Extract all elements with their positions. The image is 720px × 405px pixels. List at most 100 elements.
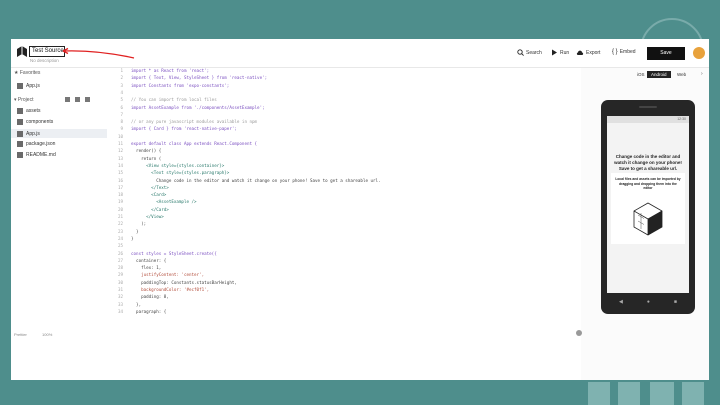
code-text: flex: 1, [131, 265, 162, 271]
line-number: 23 [117, 228, 123, 234]
line-number: 14 [117, 162, 123, 168]
code-line: 15 <Text style={styles.paragraph}> [107, 170, 229, 176]
device-preview-panel: iOS Android Web › 12:30 Change code in t… [581, 68, 709, 380]
search-icon [517, 49, 524, 56]
code-text: <Card> [131, 192, 167, 198]
line-number: 24 [117, 235, 123, 241]
code-text: render() { [131, 148, 162, 154]
line-number: 17 [117, 184, 123, 190]
code-line: 20 </Card> [107, 207, 169, 213]
code-text: import * as React from 'react'; [131, 68, 210, 73]
prettier-toggle[interactable]: Prettier 100% [14, 332, 52, 337]
code-line: 6 import AssetExample from './components/… [107, 104, 264, 111]
code-line: 33 }, [107, 302, 141, 308]
code-line: 2 import { Text, View, StyleSheet } from … [107, 75, 267, 81]
code-line: 1 import * as React from 'react'; [107, 68, 209, 74]
line-number: 9 [120, 126, 123, 132]
project-header[interactable]: ▾ Project [14, 97, 33, 103]
line-number: 6 [120, 104, 123, 110]
favorites-header[interactable]: ★ Favorites [14, 70, 40, 76]
decorative-bar [618, 382, 640, 405]
line-number: 29 [117, 272, 123, 278]
chevron-down-icon: ▾ [14, 97, 17, 103]
sidebar-item-components[interactable]: components [17, 119, 53, 125]
chevron-right-icon[interactable]: › [701, 71, 703, 77]
code-editor[interactable]: 1 import * as React from 'react'; 2 import … [107, 68, 581, 380]
decorative-bar [682, 382, 704, 405]
line-number: 3 [120, 82, 123, 88]
favorite-item[interactable]: App.js [17, 83, 40, 89]
new-file-icon[interactable] [65, 97, 70, 102]
home-icon[interactable]: ● [647, 299, 650, 305]
line-number: 1 [120, 68, 123, 73]
settings-icon[interactable] [576, 330, 582, 336]
code-line: 21 </View> [107, 214, 164, 220]
embed-button[interactable]: { } Embed [612, 49, 636, 55]
status-bar: 12:30 [607, 116, 689, 123]
code-text: } [131, 235, 134, 241]
code-line: 3 import Constants from 'expo-constants'; [107, 83, 229, 89]
code-text: container: { [131, 257, 167, 263]
code-text: backgroundColor: '#ecf0f1', [131, 287, 210, 292]
code-text: Change code in the editor and watch it c… [131, 177, 381, 183]
project-tools [65, 97, 90, 102]
line-number: 15 [117, 170, 123, 176]
line-number: 21 [117, 214, 123, 219]
code-line: 29 justifyContent: 'center', [107, 272, 204, 278]
cloud-download-icon [576, 50, 584, 55]
code-brackets-icon: { } [612, 49, 618, 55]
back-icon[interactable]: ◀ [619, 299, 623, 305]
code-line: 10 [107, 134, 131, 140]
file-icon [17, 141, 23, 147]
save-button[interactable]: Save [647, 47, 685, 60]
line-number: 34 [117, 308, 123, 314]
avatar[interactable] [693, 47, 705, 59]
sidebar-item-package-json[interactable]: package.json [17, 141, 55, 147]
sidebar-item-assets[interactable]: assets [17, 108, 40, 114]
search-button[interactable]: Search [517, 49, 542, 56]
line-number: 22 [117, 221, 123, 227]
code-line: 24} [107, 236, 134, 242]
code-line: 7 [107, 112, 131, 118]
decorative-bar [650, 382, 674, 405]
line-number: 16 [117, 177, 123, 183]
code-text: paragraph: { [131, 308, 167, 314]
code-line: 4 [107, 90, 131, 96]
speaker-grill [639, 106, 657, 108]
code-line: 22 ); [107, 221, 146, 227]
line-number: 12 [117, 148, 123, 154]
run-button[interactable]: Run [551, 49, 569, 56]
code-text: padding: 8, [131, 294, 169, 300]
tab-web[interactable]: Web [673, 71, 690, 78]
line-number: 13 [117, 155, 123, 161]
line-number: 10 [117, 133, 123, 139]
sidebar-item-readme[interactable]: README.md [17, 152, 56, 158]
export-button[interactable]: Export [576, 49, 600, 56]
snack-logo-icon [633, 202, 663, 236]
phone-screen[interactable]: 12:30 Change code in the editor and watc… [607, 116, 689, 293]
code-text: } [131, 228, 139, 234]
code-text: // or any pure javascript modules availa… [131, 119, 258, 125]
overview-icon[interactable]: ■ [674, 299, 677, 305]
star-icon: ★ [14, 70, 19, 76]
upload-icon[interactable] [85, 97, 90, 102]
code-line: 30 paddingTop: Constants.statusBarHeight… [107, 280, 237, 286]
new-folder-icon[interactable] [75, 97, 80, 102]
code-line: 8 // or any pure javascript modules avail… [107, 119, 257, 125]
line-number: 26 [117, 250, 123, 256]
code-text: </Card> [131, 206, 169, 212]
sidebar-item-app-js[interactable]: App.js [11, 129, 107, 138]
tab-android[interactable]: Android [647, 71, 671, 78]
search-label: Search [526, 49, 542, 56]
line-number: 33 [117, 301, 123, 307]
card-text: Local files and assets can be imported b… [615, 177, 681, 190]
preview-paragraph: Change code in the editor and watch it c… [614, 154, 682, 171]
line-number: 5 [120, 97, 123, 103]
code-text: import { Card } from 'react-native-paper… [131, 126, 237, 132]
code-line: 28 flex: 1, [107, 265, 161, 271]
decorative-bar [588, 382, 610, 405]
code-text: justifyContent: 'center', [131, 272, 205, 278]
code-line: 14 <View style={styles.container}> [107, 163, 224, 169]
line-number: 19 [117, 199, 123, 205]
line-number: 25 [117, 243, 123, 249]
